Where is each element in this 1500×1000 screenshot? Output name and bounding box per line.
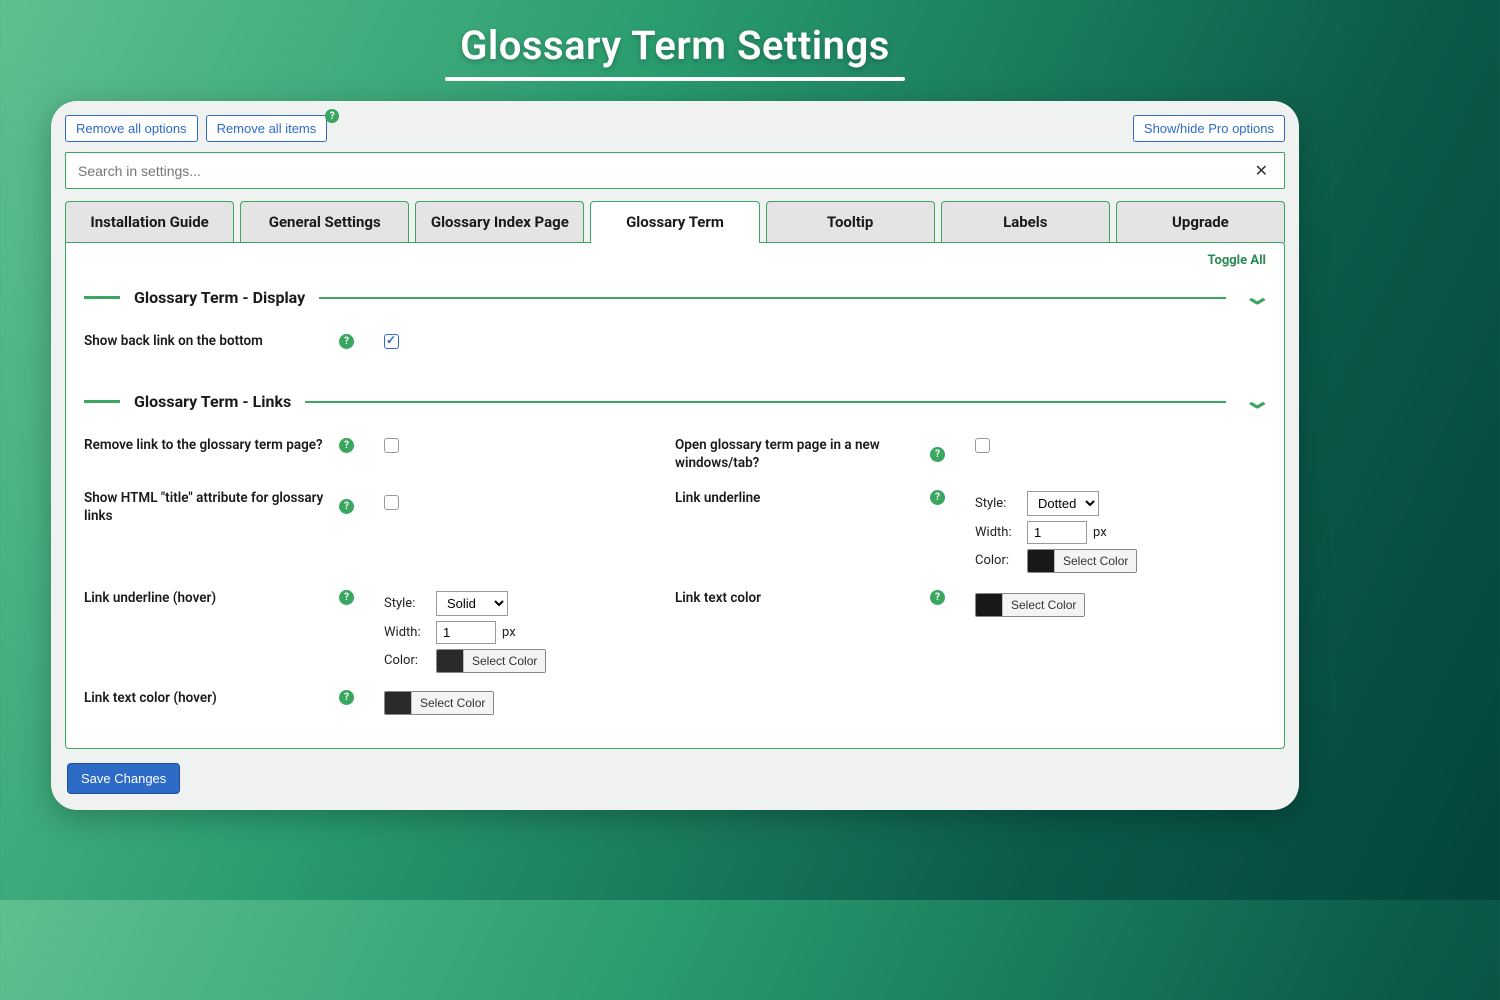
help-icon[interactable]: ?	[930, 447, 945, 462]
chevron-down-icon: ⌄	[1242, 285, 1272, 310]
tab-installation-guide[interactable]: Installation Guide	[65, 201, 234, 243]
section-links-header[interactable]: Glossary Term - Links ⌄	[84, 389, 1266, 414]
section-title: Glossary Term - Display	[134, 288, 305, 307]
remove-all-items-button[interactable]: Remove all items	[206, 115, 328, 142]
underline-hover-color-label: Color:	[384, 653, 430, 668]
show-hide-pro-button[interactable]: Show/hide Pro options	[1133, 115, 1285, 142]
color-swatch[interactable]	[385, 692, 411, 714]
toggle-all-link[interactable]: Toggle All	[1208, 253, 1266, 268]
unit-px: px	[1093, 525, 1107, 540]
label-back-link: Show back link on the bottom	[84, 332, 263, 350]
tab-labels[interactable]: Labels	[941, 201, 1110, 243]
help-icon[interactable]: ?	[325, 109, 339, 123]
underline-style-select[interactable]: Dotted	[1027, 491, 1099, 516]
underline-hover-width-label: Width:	[384, 625, 430, 640]
underline-style-label: Style:	[975, 496, 1021, 511]
color-swatch[interactable]	[437, 650, 463, 672]
label-remove-link: Remove link to the glossary term page?	[84, 436, 323, 454]
underline-width-input[interactable]	[1027, 521, 1087, 544]
label-link-underline: Link underline	[675, 489, 760, 507]
underline-width-label: Width:	[975, 525, 1021, 540]
section-line	[305, 401, 1225, 403]
select-color-button[interactable]: Select Color	[463, 650, 545, 672]
topbar: Remove all options Remove all items ? Sh…	[63, 115, 1287, 152]
color-swatch[interactable]	[976, 594, 1002, 616]
color-swatch[interactable]	[1028, 550, 1054, 572]
tab-glossary-term[interactable]: Glossary Term	[590, 201, 759, 243]
save-changes-button[interactable]: Save Changes	[67, 763, 180, 794]
section-title: Glossary Term - Links	[134, 392, 291, 411]
tab-general-settings[interactable]: General Settings	[240, 201, 409, 243]
select-color-button[interactable]: Select Color	[411, 692, 493, 714]
tab-content: Toggle All Glossary Term - Display ⌄ Sho…	[65, 242, 1285, 748]
label-link-text-color-hover: Link text color (hover)	[84, 689, 217, 707]
underline-hover-style-select[interactable]: Solid	[436, 591, 508, 616]
label-open-new-tab: Open glossary term page in a new windows…	[675, 436, 922, 472]
section-line	[84, 296, 120, 299]
help-icon[interactable]: ?	[339, 690, 354, 705]
tab-upgrade[interactable]: Upgrade	[1116, 201, 1285, 243]
help-icon[interactable]: ?	[339, 499, 354, 514]
select-color-button[interactable]: Select Color	[1002, 594, 1084, 616]
help-icon[interactable]: ?	[339, 590, 354, 605]
search-input[interactable]	[78, 163, 1251, 179]
section-line	[319, 297, 1225, 299]
checkbox-back-link[interactable]	[384, 334, 399, 349]
checkbox-remove-link[interactable]	[384, 438, 399, 453]
underline-hover-style-label: Style:	[384, 596, 430, 611]
label-link-text-color: Link text color	[675, 589, 761, 607]
remove-all-options-button[interactable]: Remove all options	[65, 115, 198, 142]
search-bar: ✕	[65, 152, 1285, 189]
tabs: Installation Guide General Settings Glos…	[63, 201, 1287, 243]
checkbox-open-new-tab[interactable]	[975, 438, 990, 453]
section-display-header[interactable]: Glossary Term - Display ⌄	[84, 285, 1266, 310]
underline-color-label: Color:	[975, 553, 1021, 568]
help-icon[interactable]: ?	[930, 490, 945, 505]
label-show-title-attr: Show HTML "title" attribute for glossary…	[84, 489, 331, 525]
underline-hover-width-input[interactable]	[436, 621, 496, 644]
clear-search-icon[interactable]: ✕	[1251, 161, 1272, 180]
chevron-down-icon: ⌄	[1242, 389, 1272, 414]
label-link-underline-hover: Link underline (hover)	[84, 589, 216, 607]
section-line	[84, 400, 120, 403]
unit-px: px	[502, 625, 516, 640]
tab-glossary-index-page[interactable]: Glossary Index Page	[415, 201, 584, 243]
help-icon[interactable]: ?	[339, 438, 354, 453]
help-icon[interactable]: ?	[930, 590, 945, 605]
tab-tooltip[interactable]: Tooltip	[766, 201, 935, 243]
title-underline	[445, 77, 905, 81]
page-title: Glossary Term Settings	[0, 0, 1350, 69]
checkbox-show-title-attr[interactable]	[384, 495, 399, 510]
settings-panel: Remove all options Remove all items ? Sh…	[51, 101, 1299, 810]
select-color-button[interactable]: Select Color	[1054, 550, 1136, 572]
help-icon[interactable]: ?	[339, 334, 354, 349]
